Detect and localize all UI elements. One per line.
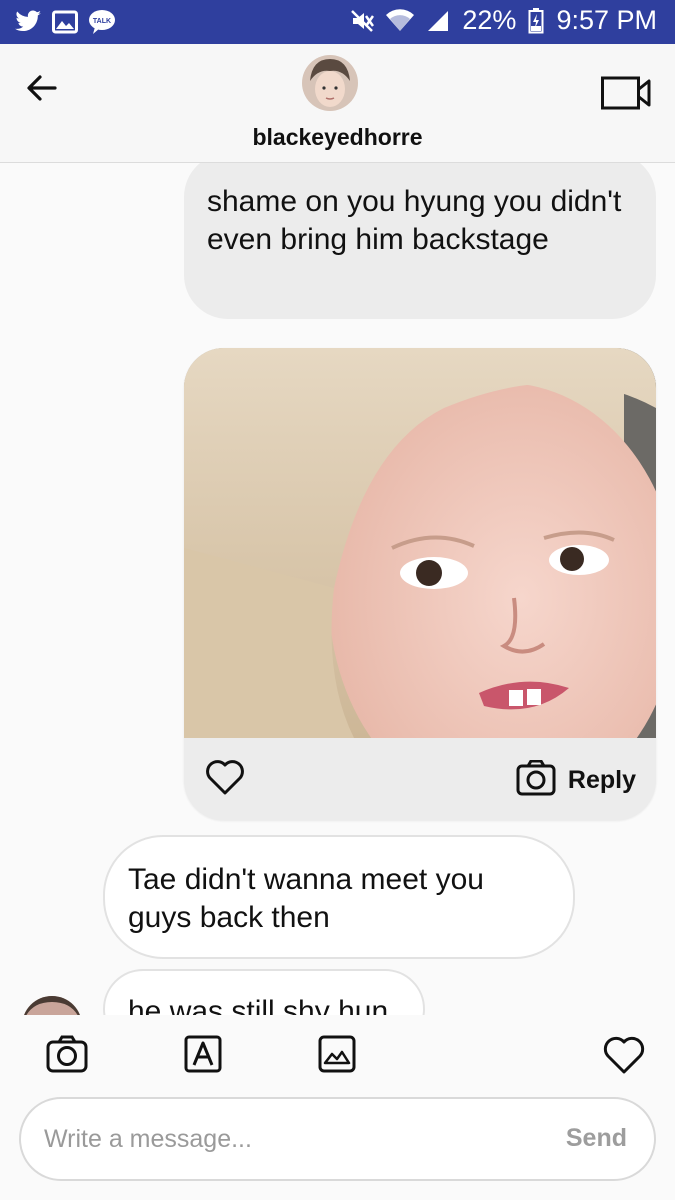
twitter-icon	[14, 10, 42, 34]
camera-icon	[516, 759, 556, 801]
message-bubble-received[interactable]: Tae didn't wanna meet you guys back then	[103, 835, 575, 959]
back-arrow-icon[interactable]	[22, 68, 62, 108]
send-button[interactable]: Send	[566, 1124, 627, 1153]
conversation-header: blackeyedhorre	[0, 44, 675, 163]
mute-icon	[350, 9, 375, 33]
signal-icon	[426, 9, 450, 33]
message-input[interactable]: Write a message... Send	[19, 1097, 656, 1181]
camera-icon[interactable]	[46, 1035, 88, 1078]
clock: 9:57 PM	[556, 5, 657, 35]
battery-percent: 22%	[462, 5, 517, 35]
image-message[interactable]: Reply	[184, 348, 656, 820]
message-list[interactable]: shame on you hyung you didn't even bring…	[0, 163, 675, 1015]
avatar[interactable]	[302, 55, 358, 111]
sticker-icon[interactable]	[184, 1035, 222, 1078]
message-bubble-received[interactable]: he was still shy hun	[103, 969, 425, 1015]
battery-icon	[528, 7, 544, 34]
status-bar: TALK 22% 9:57 PM	[0, 0, 675, 44]
message-input-placeholder[interactable]: Write a message...	[44, 1125, 252, 1154]
talk-icon: TALK	[88, 9, 116, 35]
username[interactable]: blackeyedhorre	[0, 124, 675, 151]
video-call-icon[interactable]	[601, 76, 651, 115]
composer-toolbar	[0, 1015, 675, 1095]
reply-button[interactable]: Reply	[516, 759, 636, 801]
gallery-icon	[52, 10, 78, 34]
avatar[interactable]	[22, 996, 82, 1015]
photo[interactable]	[184, 348, 656, 813]
heart-icon[interactable]	[602, 1035, 646, 1080]
message-bubble-sent[interactable]: shame on you hyung you didn't even bring…	[184, 163, 656, 319]
heart-icon[interactable]	[204, 758, 246, 801]
image-actions: Reply	[184, 738, 656, 820]
reply-label: Reply	[567, 766, 636, 794]
svg-text:TALK: TALK	[93, 18, 111, 25]
gallery-icon[interactable]	[318, 1035, 356, 1078]
wifi-icon	[386, 8, 415, 33]
